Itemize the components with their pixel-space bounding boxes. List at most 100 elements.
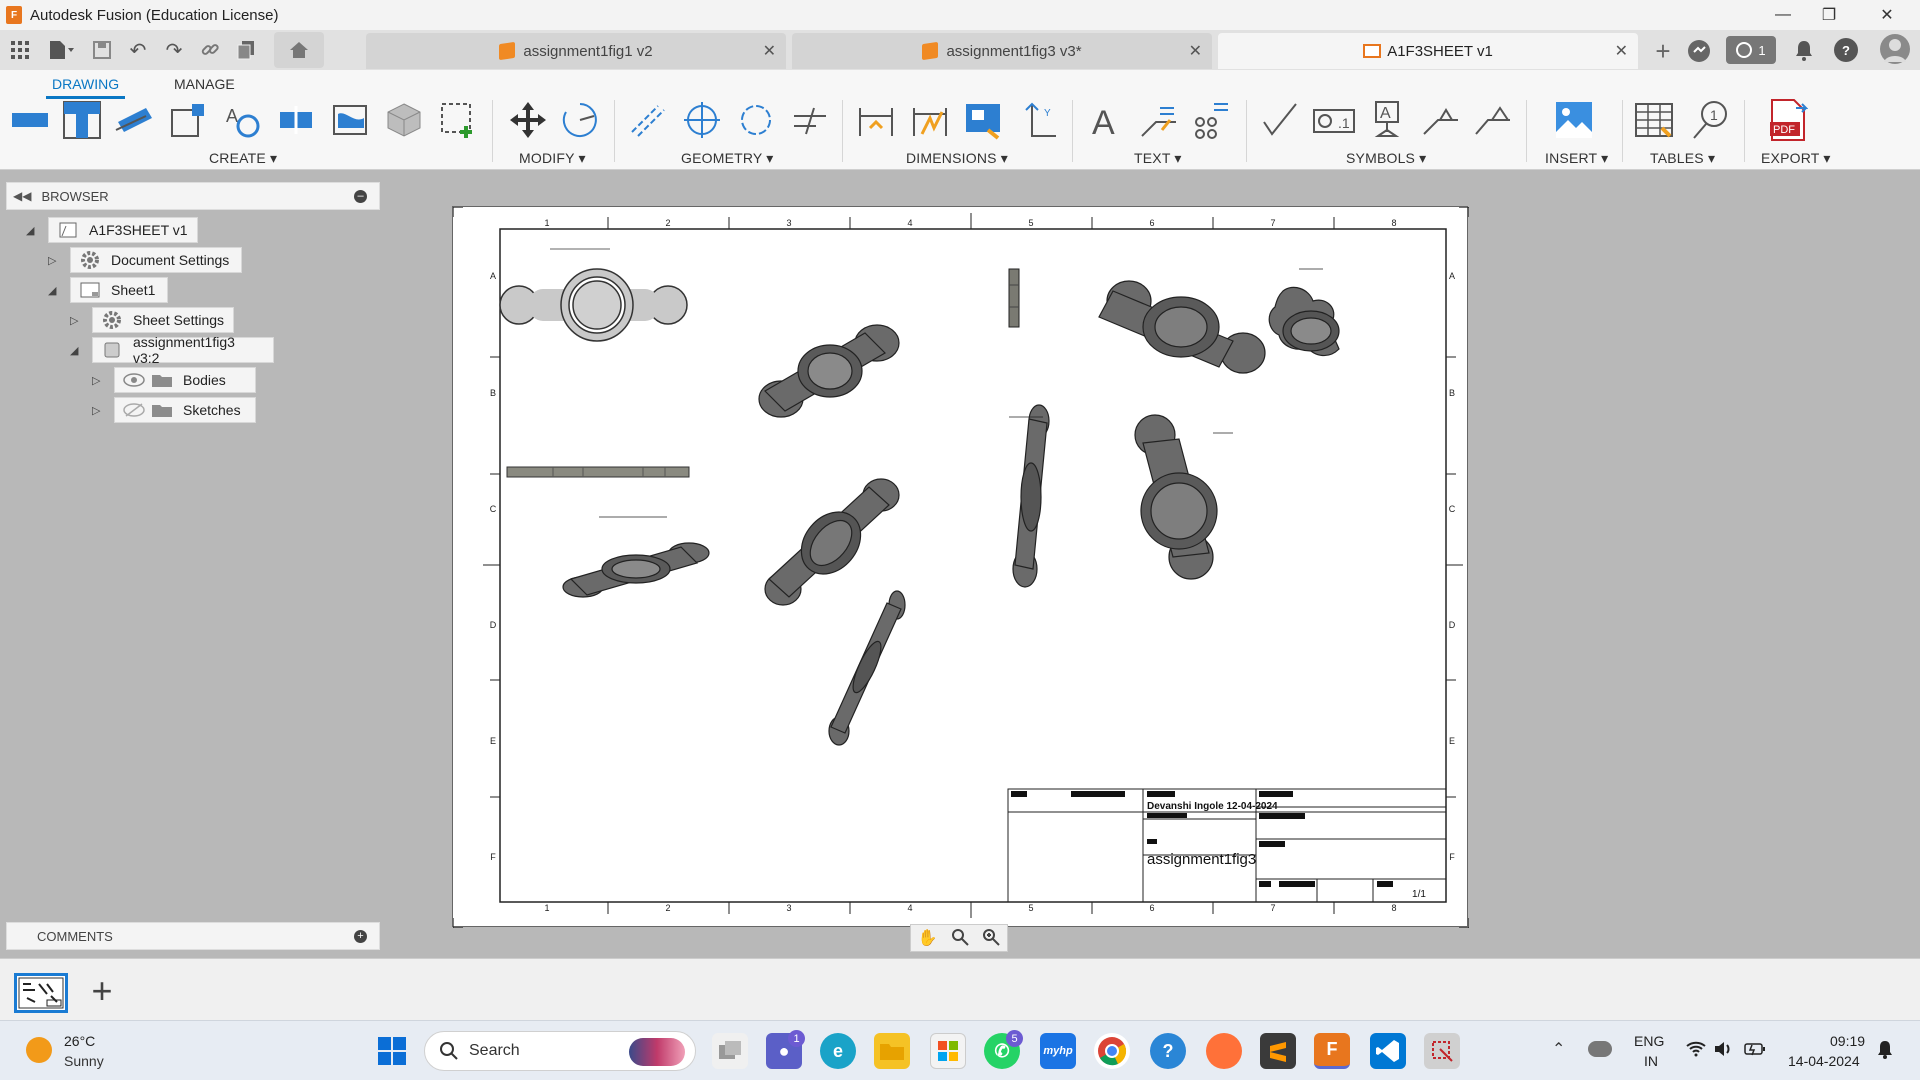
vscode-icon[interactable] [1370,1033,1406,1069]
expand-toggle-icon[interactable]: ◢ [70,344,84,357]
tree-node-document-settings[interactable]: Document Settings [70,247,242,273]
view-iso-5[interactable] [1009,404,1050,588]
expand-toggle-icon[interactable]: ▷ [92,374,106,387]
surface-texture-icon[interactable] [436,98,480,142]
link-icon[interactable] [192,32,228,68]
tab-a1f3sheet[interactable]: A1F3SHEET v1 ✕ [1218,33,1638,69]
chrome-icon[interactable] [1094,1033,1130,1069]
language-line2[interactable]: IN [1644,1053,1658,1069]
snipping-tool-icon[interactable] [1424,1033,1460,1069]
expand-toggle-icon[interactable]: ▷ [48,254,62,267]
animation-view-icon[interactable] [382,98,426,142]
notification-center-bell-icon[interactable] [1876,1039,1894,1062]
tree-root[interactable]: ◢ A1F3SHEET v1 [26,217,198,243]
teams-chat-icon[interactable]: ● 1 [766,1030,805,1069]
tree-row-bodies[interactable]: ▷ Bodies [92,367,256,393]
sketch-view-icon[interactable] [328,98,372,142]
feature-control-frame-icon[interactable]: .1 [1312,98,1356,142]
visibility-eye-icon[interactable] [123,371,145,389]
view-side-flat[interactable] [506,466,690,478]
edge-extension-icon[interactable] [788,98,832,142]
tree-node-a1f3sheet[interactable]: A1F3SHEET v1 [48,217,198,243]
whatsapp-icon[interactable]: ✆ 5 [984,1030,1023,1069]
myhp-icon[interactable]: myhp [1040,1033,1076,1069]
weather-temp[interactable]: 26°C [64,1033,95,1049]
visibility-hidden-eye-icon[interactable] [123,401,145,419]
tree-row-sheet1[interactable]: ◢ Sheet1 [48,277,168,303]
ordinate-xy-icon[interactable]: Y [1016,98,1060,142]
data-panel-grid-icon[interactable] [2,32,38,68]
ribbon-group-modify[interactable]: MODIFY ▾ [519,150,586,167]
drawing-sheet[interactable]: 1 2 3 4 5 6 7 8 1 2 3 4 5 6 7 8 A B C D … [452,206,1470,929]
expand-toggle-icon[interactable]: ▷ [92,404,106,417]
get-help-icon[interactable]: ? [1150,1033,1186,1069]
tree-node-bodies[interactable]: Bodies [114,367,256,393]
sublime-text-icon[interactable] [1260,1033,1296,1069]
close-tab-icon[interactable]: ✕ [1189,41,1202,61]
redo-icon[interactable]: ↷ [156,32,192,68]
browser-options-icon[interactable]: – [354,189,367,203]
leader-icon[interactable] [1136,98,1180,142]
crop-view-icon[interactable] [274,98,318,142]
break-view-icon[interactable]: A [220,98,264,142]
center-mark-icon[interactable] [680,98,724,142]
pan-hand-icon[interactable]: ✋ [918,928,938,948]
view-iso-3[interactable] [764,478,900,606]
tab-assignment1fig1[interactable]: assignment1fig1 v2 ✕ [366,33,786,69]
table-icon[interactable] [1632,98,1676,142]
view-iso-7[interactable] [1268,268,1340,357]
text-icon[interactable]: A [1084,98,1128,142]
ribbon-group-insert[interactable]: INSERT ▾ [1545,150,1608,167]
weld-symbol-icon[interactable] [1418,98,1462,142]
file-menu-icon[interactable] [38,32,84,68]
fusion-taskbar-icon[interactable]: F [1314,1033,1350,1069]
tree-row-assignment1fig3[interactable]: ◢ assignment1fig3 v3:2 [70,334,274,366]
ribbon-tab-drawing[interactable]: DRAWING [46,76,126,99]
tree-row-sketches[interactable]: ▷ Sketches [92,397,256,423]
battery-icon[interactable] [1744,1041,1766,1060]
centerline-icon[interactable] [626,98,670,142]
comments-panel[interactable]: COMMENTS + [6,922,380,950]
zoom-window-icon[interactable] [951,928,969,949]
base-view-icon[interactable] [8,98,52,142]
firefox-icon[interactable] [1206,1033,1242,1069]
save-icon[interactable] [84,32,120,68]
job-status-button[interactable]: 1 [1726,36,1776,64]
tree-node-sketches[interactable]: Sketches [114,397,256,423]
add-comment-icon[interactable]: + [354,929,367,943]
file-explorer-icon[interactable] [874,1033,910,1069]
close-tab-icon[interactable]: ✕ [1615,41,1628,61]
view-iso-4[interactable] [828,590,906,746]
browser-panel-header[interactable]: ◀◀ BROWSER – [6,182,380,210]
start-button-icon[interactable] [374,1033,410,1069]
minimize-button[interactable]: — [1760,0,1806,30]
show-hidden-icons-chevron-icon[interactable]: ⌃ [1552,1039,1565,1059]
detail-view-icon[interactable] [166,98,210,142]
help-icon[interactable]: ? [1834,38,1858,62]
ribbon-group-create[interactable]: CREATE ▾ [209,150,277,167]
zoom-icon[interactable] [982,928,1001,949]
task-view-icon[interactable] [712,1033,748,1069]
wifi-icon[interactable] [1686,1041,1706,1060]
baseline-dimension-icon[interactable] [962,98,1006,142]
tree-node-sheet1[interactable]: Sheet1 [70,277,168,303]
notifications-bell-icon[interactable] [1792,38,1816,62]
ribbon-group-text[interactable]: TEXT ▾ [1134,150,1182,167]
edge-browser-icon[interactable]: e [820,1033,856,1069]
extensions-icon[interactable] [1686,38,1712,64]
ribbon-group-tables[interactable]: TABLES ▾ [1650,150,1715,167]
view-iso-1[interactable] [758,324,900,418]
projected-view-icon[interactable] [60,98,104,142]
tab-assignment1fig3[interactable]: assignment1fig3 v3* ✕ [792,33,1212,69]
surface-finish-icon[interactable] [1258,98,1302,142]
tree-node-assignment1fig3[interactable]: assignment1fig3 v3:2 [92,334,274,366]
new-tab-plus-icon[interactable]: + [1648,34,1678,68]
balloon-icon[interactable]: 1 [1688,98,1732,142]
view-iso-8[interactable] [1134,414,1233,580]
weather-condition[interactable]: Sunny [64,1053,104,1069]
close-window-button[interactable]: ✕ [1864,0,1910,30]
onedrive-cloud-icon[interactable] [1588,1041,1612,1057]
collapse-panel-icon[interactable]: ◀◀ [13,189,31,203]
ribbon-group-export[interactable]: EXPORT ▾ [1761,150,1831,167]
close-tab-icon[interactable]: ✕ [763,41,776,61]
